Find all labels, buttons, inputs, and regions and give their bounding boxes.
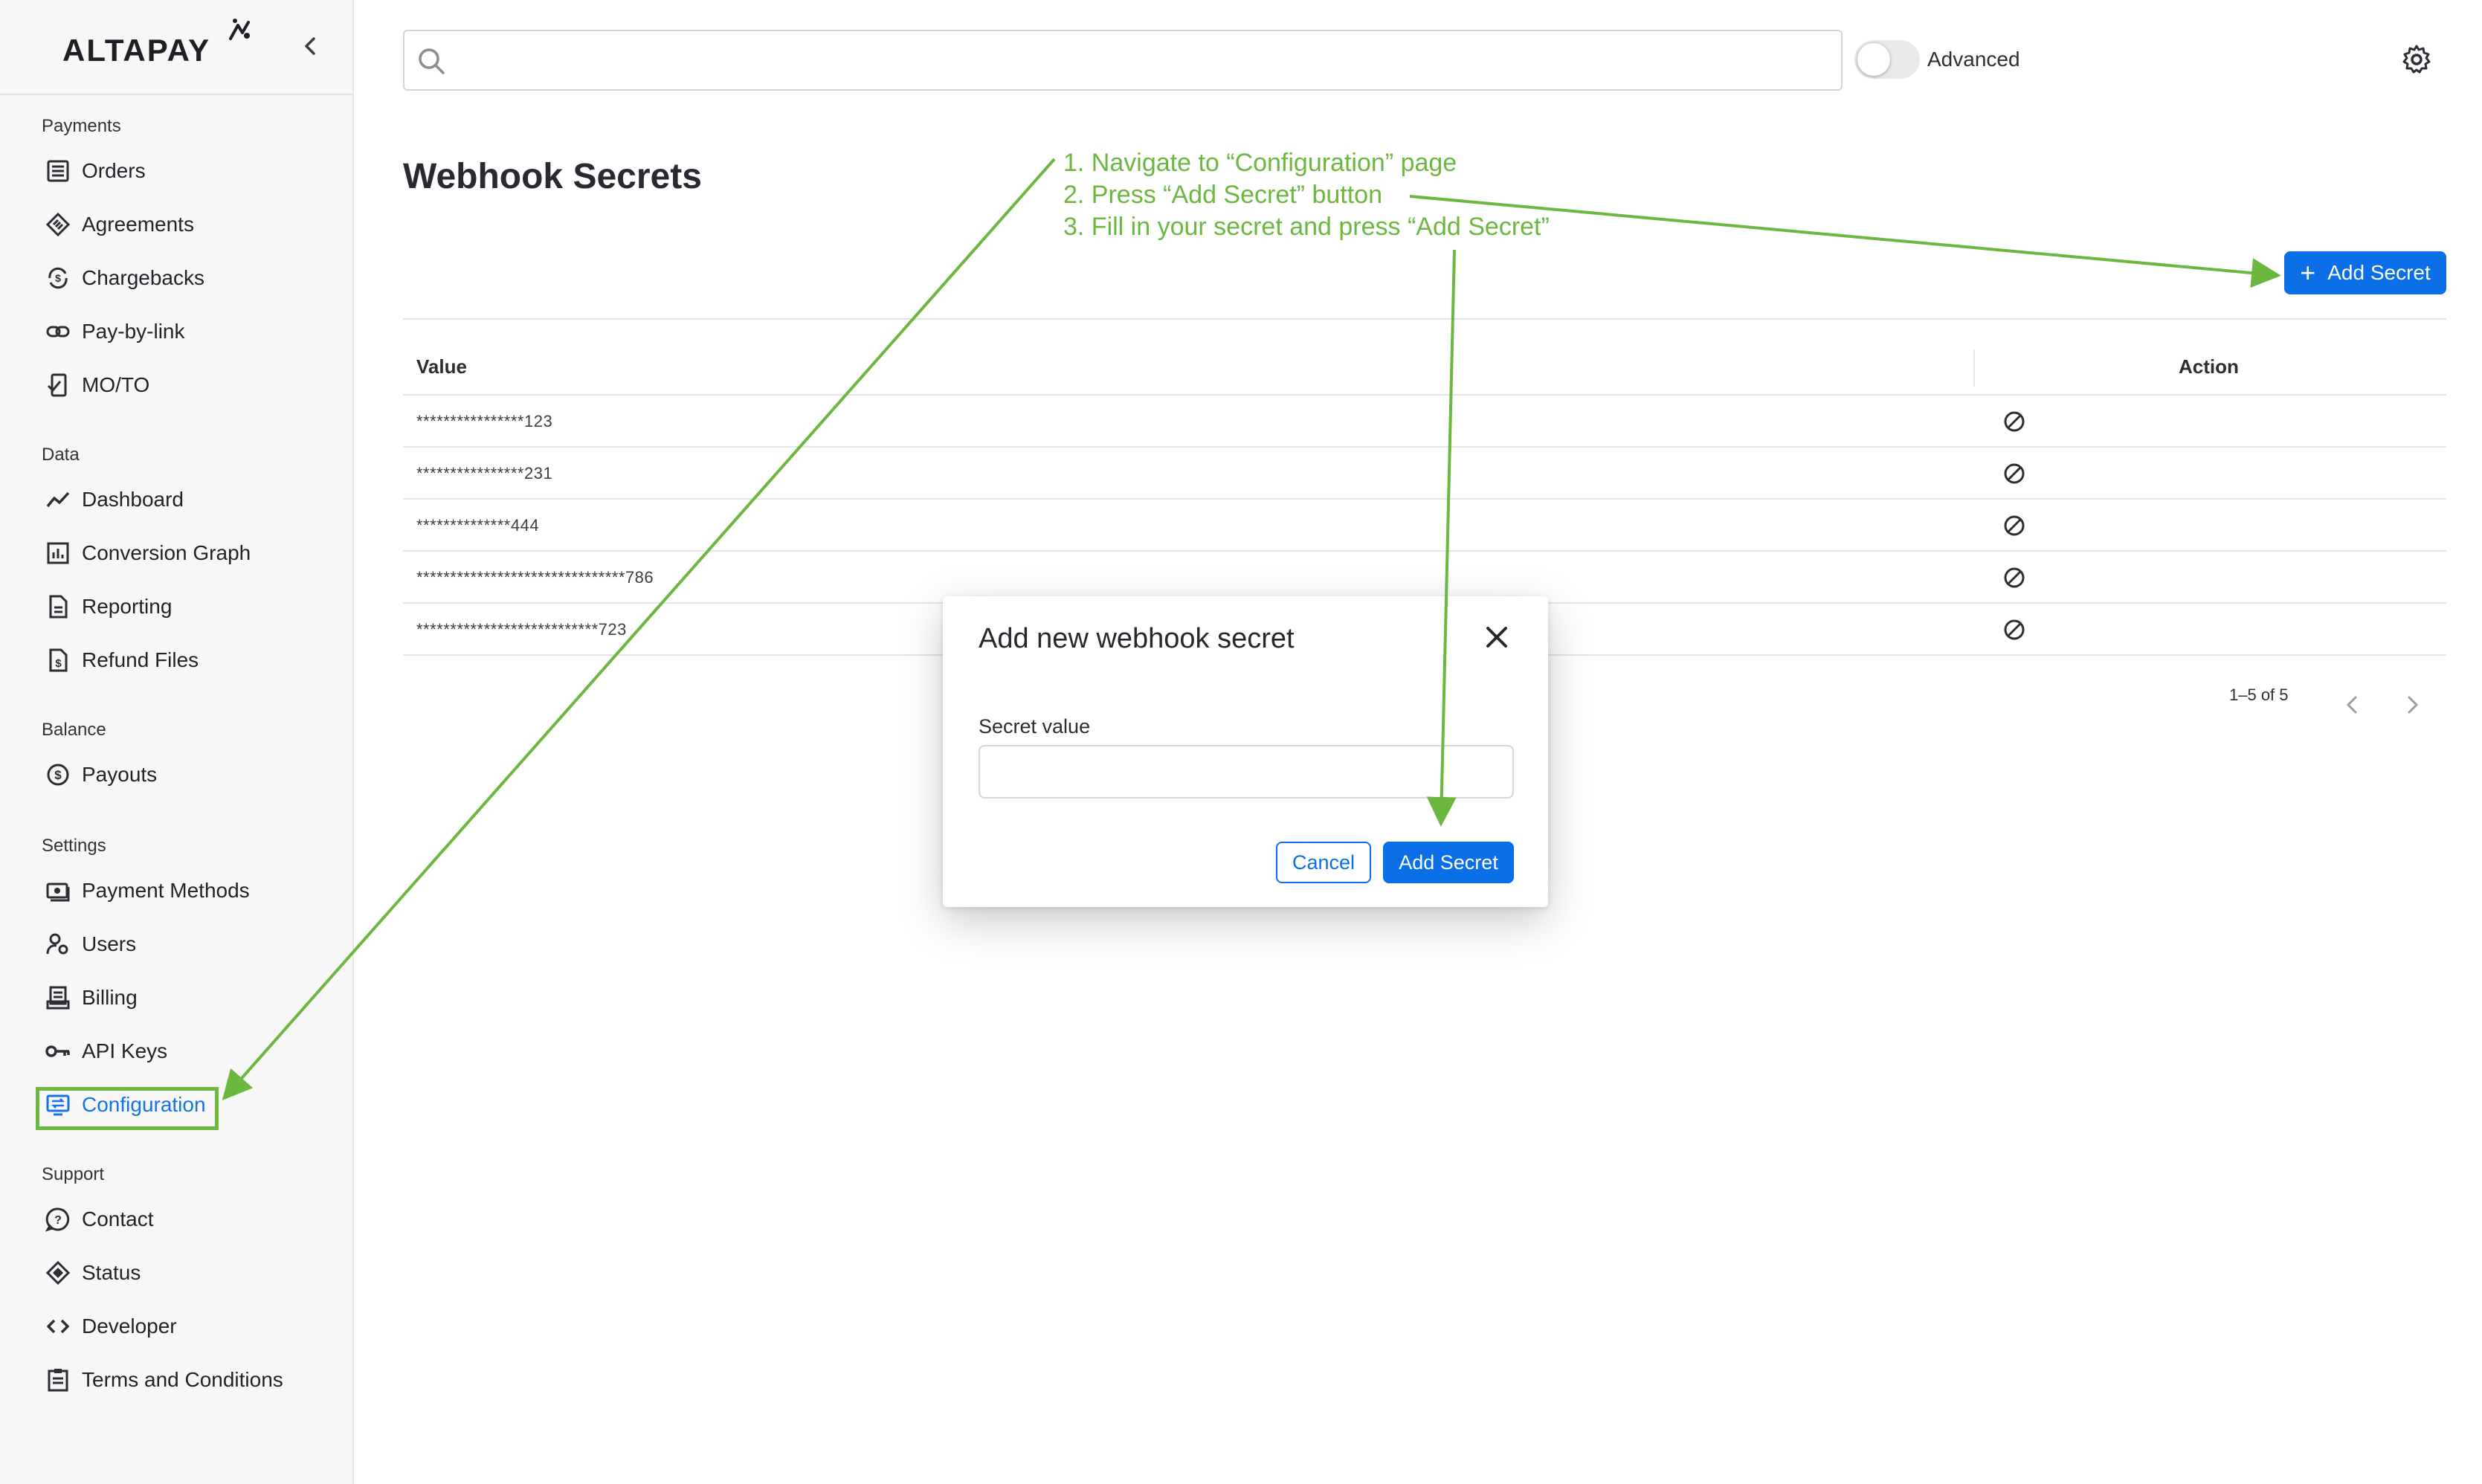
instruction-step: 2. Press “Add Secret” button	[1063, 181, 1382, 209]
instruction-step: 3. Fill in your secret and press “Add Se…	[1063, 213, 1550, 241]
arrow-to-dialog-submit	[1426, 249, 1457, 827]
arrow-to-configuration	[222, 158, 1056, 1100]
instruction-step: 1. Navigate to “Configuration” page	[1063, 149, 1457, 177]
annotation-instructions: 1. Navigate to “Configuration” page 2. P…	[1063, 147, 1550, 243]
